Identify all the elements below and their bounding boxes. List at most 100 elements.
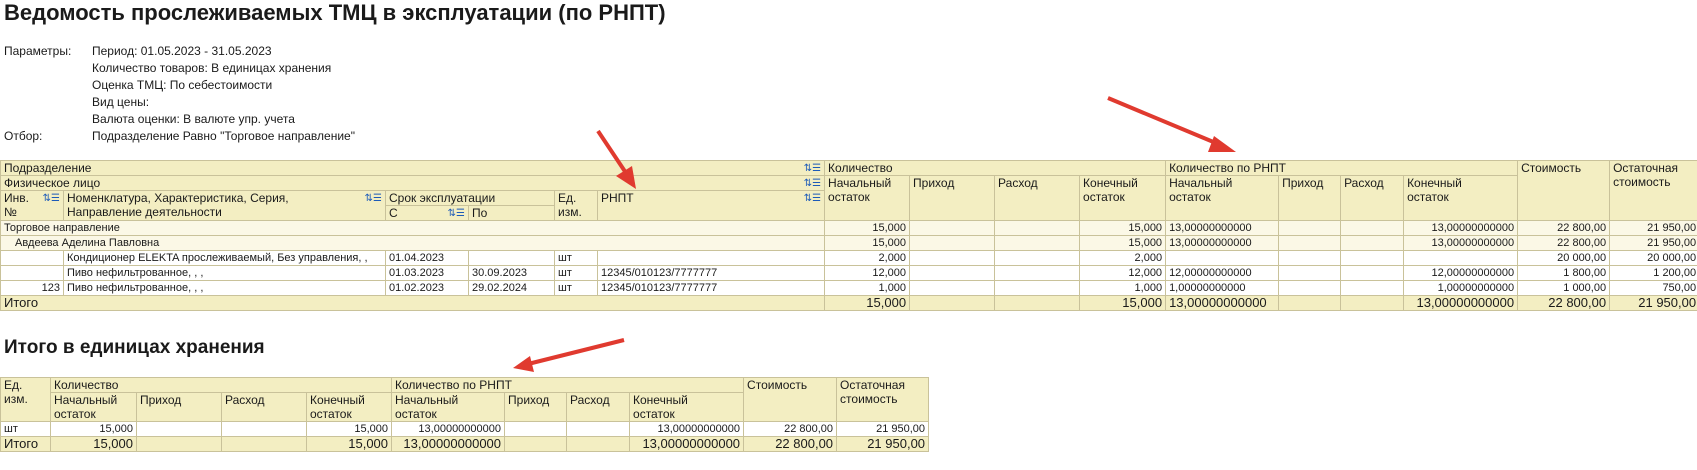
header-stoimost[interactable]: Стоимость [1517, 160, 1611, 221]
param-value: Оценка ТМЦ: По себестоимости [92, 78, 273, 92]
header-label: РНПТ [601, 191, 634, 206]
header-prihod[interactable]: Приход [909, 175, 996, 221]
cell [994, 220, 1081, 236]
header-label: стоимость [840, 392, 898, 406]
header-label: изм. [4, 392, 28, 406]
summary-header-ostatochnaya[interactable]: Остаточная стоимость [836, 377, 930, 422]
header-srok-s[interactable]: С ⇅☰ [385, 205, 469, 221]
table-row[interactable]: шт 15,000 15,000 13,00000000000 13,00000… [0, 421, 930, 437]
cell: 13,00000000000 [1165, 220, 1280, 236]
header-fizlico[interactable]: Физическое лицо ⇅☰ [0, 175, 826, 191]
header-label: Конечный [633, 393, 688, 408]
summary-header-prihod[interactable]: Приход [136, 392, 222, 422]
header-r-nach-ostatok[interactable]: Начальный остаток [1165, 175, 1280, 221]
summary-header-kon[interactable]: Конечный остаток [305, 392, 393, 422]
cell: Пиво нефильтрованное, , , [63, 280, 386, 296]
cell [1403, 250, 1519, 266]
param-label: Параметры: [4, 44, 72, 58]
header-label: остаток [395, 407, 437, 421]
header-label: Конечный [310, 393, 365, 408]
red-annotation-arrow-icon [1107, 96, 1236, 152]
cell: 1,000 [1079, 280, 1167, 296]
header-r-prihod[interactable]: Приход [1278, 175, 1342, 221]
summary-header-stoimost[interactable]: Стоимость [743, 377, 838, 422]
header-kolichestvo-rnpt[interactable]: Количество по РНПТ [1165, 160, 1519, 176]
person-row[interactable]: Авдеева Аделина Павловна 15,000 15,000 1… [0, 235, 1697, 251]
header-inv-nomer[interactable]: Инв. № ⇅☰ [0, 190, 64, 221]
cell [504, 436, 568, 452]
header-rnpt[interactable]: РНПТ ⇅☰ [596, 190, 826, 221]
cell [1340, 295, 1405, 311]
group-row[interactable]: Торговое направление 15,000 15,000 13,00… [0, 220, 1697, 236]
header-srok-po[interactable]: По [468, 205, 555, 221]
summary-header-r-nach[interactable]: Начальный остаток [391, 392, 506, 422]
cell: 15,000 [1079, 235, 1167, 251]
cell [909, 265, 996, 281]
cell: 123 [0, 280, 64, 296]
header-label: № [4, 205, 17, 219]
cell: 22 800,00 [1517, 220, 1611, 236]
table-row[interactable]: Пиво нефильтрованное, , , 01.03.2023 30.… [0, 265, 1697, 281]
summary-header-r-rashod[interactable]: Расход [566, 392, 631, 422]
header-r-kon-ostatok[interactable]: Конечный остаток [1403, 175, 1519, 221]
header-srok[interactable]: Срок эксплуатации [385, 190, 555, 206]
group-name: Торговое направление [0, 220, 826, 236]
header-kon-ostatok[interactable]: Конечный остаток [1079, 175, 1167, 221]
cell: 13,00000000000 [1165, 295, 1280, 311]
cell: 12,00000000000 [1165, 265, 1280, 281]
param-row: Параметры: Период: 01.05.2023 - 31.05.202… [4, 43, 355, 60]
sort-order-icon[interactable]: ⇅☰ [804, 177, 821, 190]
cell: 21 950,00 [1609, 295, 1697, 311]
cell [596, 250, 826, 266]
cell: 20 000,00 [1517, 250, 1611, 266]
total-row[interactable]: Итого 15,000 15,000 13,00000000000 13,00… [0, 295, 1697, 311]
table-row[interactable]: 123 Пиво нефильтрованное, , , 01.02.2023… [0, 280, 1697, 296]
sort-order-icon[interactable]: ⇅☰ [804, 162, 821, 175]
sort-order-icon[interactable]: ⇅☰ [448, 207, 465, 220]
filter-value: Подразделение Равно "Торговое направлени… [92, 129, 355, 143]
param-label [4, 77, 92, 94]
header-kolichestvo[interactable]: Количество [824, 160, 1167, 176]
header-nomenklatura[interactable]: Номенклатура, Характеристика, Серия, Напр… [63, 190, 386, 221]
report-title: Ведомость прослеживаемых ТМЦ в эксплуата… [4, 0, 666, 25]
cell: 21 950,00 [836, 421, 930, 437]
cell [1278, 250, 1342, 266]
table-row[interactable]: Кондиционер ELEKTA прослеживаемый, Без у… [0, 250, 1697, 266]
summary-header-nach[interactable]: Начальный остаток [50, 392, 137, 422]
summary-header-ed-izm[interactable]: Ед. изм. [0, 377, 51, 422]
cell [994, 235, 1081, 251]
header-ed-izm[interactable]: Ед. изм. [554, 190, 598, 221]
cell [909, 235, 996, 251]
cell: 12,000 [1079, 265, 1167, 281]
summary-header-kolichestvo-rnpt[interactable]: Количество по РНПТ [391, 377, 745, 393]
header-ostatochnaya[interactable]: Остаточная стоимость [1609, 160, 1697, 221]
summary-header-r-kon[interactable]: Конечный остаток [629, 392, 745, 422]
cell [1340, 220, 1405, 236]
header-nach-ostatok[interactable]: Начальный остаток [824, 175, 911, 221]
sort-order-icon[interactable]: ⇅☰ [43, 192, 60, 206]
cell [1278, 295, 1342, 311]
header-r-rashod[interactable]: Расход [1340, 175, 1405, 221]
cell: 12345/010123/7777777 [596, 265, 826, 281]
cell [468, 250, 555, 266]
header-label: остаток [828, 190, 870, 204]
header-rashod[interactable]: Расход [994, 175, 1081, 221]
sort-order-icon[interactable]: ⇅☰ [365, 192, 382, 206]
header-label: С [389, 206, 398, 220]
summary-header-rashod[interactable]: Расход [221, 392, 307, 422]
header-podrazdelenie[interactable]: Подразделение ⇅☰ [0, 160, 826, 176]
cell: 1 000,00 [1517, 280, 1611, 296]
sort-order-icon[interactable]: ⇅☰ [804, 192, 821, 206]
header-label: Физическое лицо [4, 176, 101, 190]
param-value: Количество товаров: В единицах хранения [92, 61, 332, 75]
cell [1278, 265, 1342, 281]
report-table: Подразделение ⇅☰ Количество Количество по… [0, 160, 1697, 311]
param-row: Вид цены: [4, 94, 355, 111]
summary-header-kolichestvo[interactable]: Количество [49, 377, 393, 393]
param-label [4, 94, 92, 111]
total-row[interactable]: Итого 15,000 15,000 13,00000000000 13,00… [0, 436, 930, 452]
cell: шт [554, 265, 598, 281]
summary-header-r-prihod[interactable]: Приход [504, 392, 568, 422]
cell: 12345/010123/7777777 [596, 280, 826, 296]
cell: 01.02.2023 [385, 280, 469, 296]
